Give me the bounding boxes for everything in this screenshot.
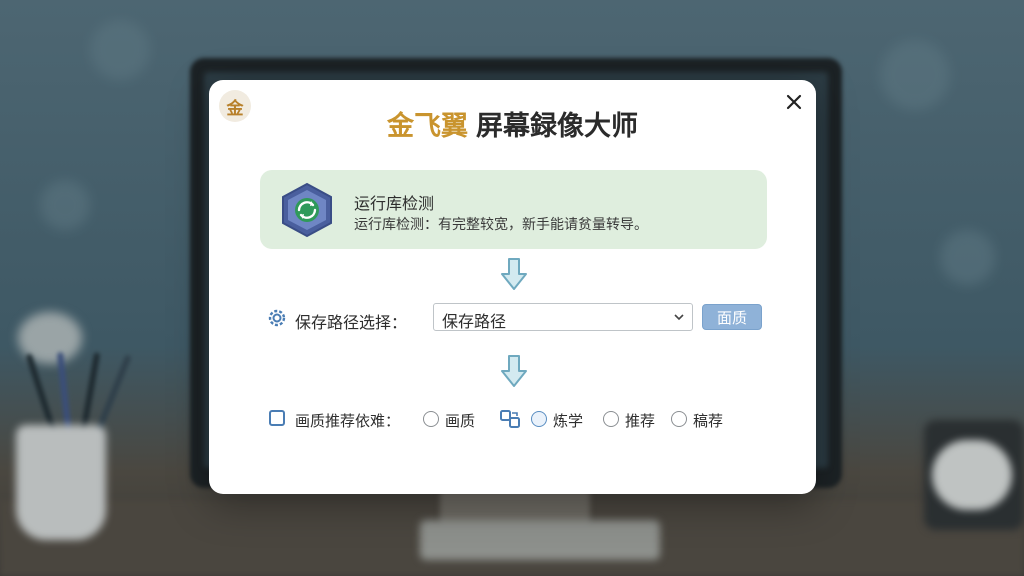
radio-icon [671,411,687,427]
quality-option-label: 稿荐 [693,412,724,430]
arrow-down-icon [501,258,527,290]
runtime-hex-icon [282,182,332,238]
screen-recorder-dialog: 金 金飞翼 屏幕録像大师 运行库检测 运行库检测：有完整较宽，新手能请贫量转导。 … [209,80,816,494]
arrow-down-icon [501,355,527,387]
browse-button[interactable]: 面质 [702,304,762,330]
chevron-down-icon [674,314,684,321]
save-path-label: 保存路径选择： [295,313,408,332]
radio-icon [531,411,547,427]
dialog-title: 金飞翼 屏幕録像大师 [209,104,816,143]
quality-label: 画质推荐依难： [295,412,401,430]
quality-option-label: 画质 [445,412,476,430]
save-path-value: 保存路径 [442,312,507,331]
title-brand: 金飞翼 [387,111,468,142]
quality-checkbox[interactable] [269,410,285,426]
radio-icon [423,411,439,427]
quality-row: 画质推荐依难： 画质 炼学 推荐 稿荐 [269,406,769,434]
gear-icon [268,309,286,327]
title-product: 屏幕録像大师 [476,111,638,142]
runtime-check-card: 运行库检测 运行库检测：有完整较宽，新手能请贫量转导。 [260,170,767,249]
swap-icon [500,410,520,428]
save-path-select[interactable]: 保存路径 [433,303,693,331]
runtime-check-title: 运行库检测 [354,194,435,213]
quality-option-label: 推荐 [625,412,656,430]
runtime-check-description: 运行库检测：有完整较宽，新手能请贫量转导。 [354,217,648,233]
save-path-row: 保存路径选择： 保存路径 面质 [267,303,767,333]
radio-icon [603,411,619,427]
quality-option-label: 炼学 [553,412,584,430]
